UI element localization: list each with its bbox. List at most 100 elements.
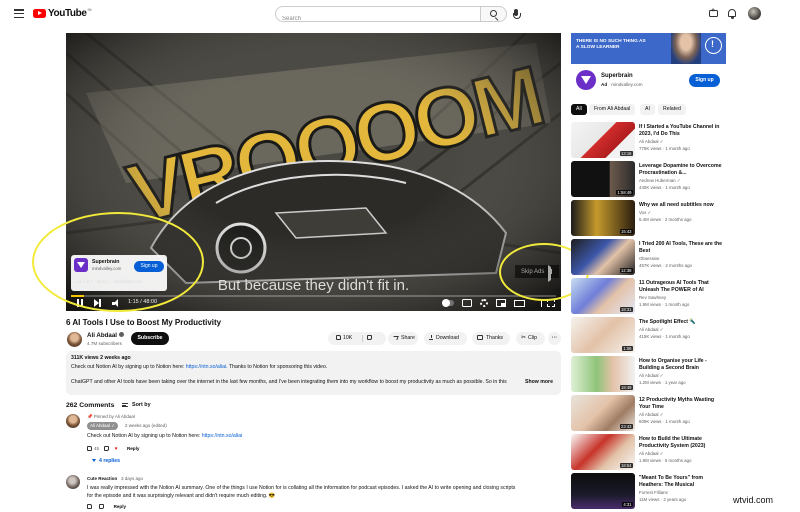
recommendation-channel[interactable]: Forrest Fillians — [639, 490, 668, 495]
recommendation-thumbnail[interactable]: 1:06 — [571, 317, 635, 353]
progress-bar[interactable] — [71, 295, 556, 297]
comment-dislike-icon[interactable] — [104, 446, 110, 452]
description-box[interactable]: 311K views 2 weeks ago Check out Notion … — [66, 351, 561, 395]
sort-by-button[interactable]: Sort by — [122, 402, 151, 408]
chip-ai[interactable]: AI — [640, 104, 655, 115]
dislike-button[interactable] — [367, 332, 372, 345]
comment-author-badge[interactable]: Ali Abdaal ✓ — [87, 422, 119, 430]
show-more-link[interactable]: Show more — [525, 379, 553, 385]
recommendation-thumbnail[interactable]: 18:31 — [571, 278, 635, 314]
thumbs-down-icon — [367, 335, 372, 341]
comment-avatar[interactable] — [66, 414, 80, 428]
hamburger-menu-icon[interactable] — [14, 9, 24, 19]
youtube-logo[interactable]: YouTube IN — [33, 7, 92, 19]
comment-text: Check out Notion AI by signing up to Not… — [87, 433, 242, 439]
recommendation-item[interactable]: 4:31 "Meant To Be Yours" from Heathers: T… — [571, 473, 731, 511]
chip-from-ali-abdaal[interactable]: From Ali Abdaal — [589, 104, 636, 115]
recommendation-title[interactable]: The Spotlight Effect 🔦 — [639, 319, 723, 326]
recommendation-item[interactable]: 1:58:49 Leverage Dopamine to Overcome Pro… — [571, 161, 731, 199]
reply-button[interactable]: Reply — [114, 504, 127, 509]
recommendation-item[interactable]: 23:43 12 Productivity Myths Wasting Your … — [571, 395, 731, 433]
recommendation-title[interactable]: Why we all need subtitles now — [639, 202, 723, 209]
subscribe-button[interactable]: Subscribe — [131, 332, 169, 345]
recommendation-channel[interactable]: Ali Abdaal ✓ — [639, 451, 663, 457]
recommendation-title[interactable]: "Meant To Be Yours" from Heathers: The M… — [639, 475, 723, 488]
recommendation-channel[interactable]: Andrew Huberman ✓ — [639, 178, 681, 184]
ad-card-signup-button[interactable]: Sign up — [689, 74, 720, 87]
recommendation-item[interactable]: 13:16 If I Started a YouTube Channel in 2… — [571, 122, 731, 160]
recommendation-title[interactable]: 11 Outrageous AI Tools That Unleash The … — [639, 280, 723, 293]
recommendation-item[interactable]: 18:49 How to Organise your Life - Buildin… — [571, 356, 731, 394]
sidebar-ad-banner[interactable]: THERE IS NO SUCH THING AS A SLOW LEARNER — [571, 33, 726, 64]
theater-mode-icon[interactable] — [514, 300, 525, 307]
autoplay-toggle[interactable] — [442, 299, 454, 307]
recommendation-thumbnail[interactable]: 12:38 — [571, 239, 635, 275]
recommendation-title[interactable]: Leverage Dopamine to Overcome Procrastin… — [639, 163, 723, 176]
search-input[interactable] — [276, 12, 480, 26]
microphone-icon[interactable] — [512, 9, 521, 19]
thanks-button[interactable]: Thanks — [472, 332, 510, 345]
fullscreen-icon[interactable] — [546, 298, 555, 307]
search-button[interactable] — [481, 6, 507, 22]
recommendation-title[interactable]: 12 Productivity Myths Wasting Your Time — [639, 397, 723, 410]
comment-like-icon[interactable] — [87, 504, 92, 510]
recommendation-item[interactable]: 18:31 11 Outrageous AI Tools That Unleash… — [571, 278, 731, 316]
miniplayer-icon[interactable] — [496, 299, 506, 307]
ad-advertiser-url: mindvalley.com — [92, 266, 122, 271]
chip-all[interactable]: All — [571, 104, 587, 115]
comment-author[interactable]: Cute Reaction — [87, 476, 117, 481]
cast-icon[interactable] — [532, 299, 542, 307]
recommendation-channel[interactable]: Ali Abdaal ✓ — [639, 139, 663, 145]
channel-avatar[interactable] — [67, 332, 82, 347]
description-link[interactable]: https://ntn.so/aliai — [186, 364, 226, 370]
recommendation-item[interactable]: 15:43 Why we all need subtitles now Vox ✓ 5… — [571, 200, 731, 238]
superbrain-logo-icon[interactable] — [576, 70, 596, 90]
more-actions-button[interactable]: ··· — [548, 332, 561, 345]
recommendation-title[interactable]: How to Organise your Life - Building a S… — [639, 358, 723, 371]
comment-like-icon[interactable] — [87, 446, 92, 452]
recommendation-item[interactable]: 12:38 I Tried 200 AI Tools, These are the… — [571, 239, 731, 277]
recommendation-thumbnail[interactable]: 18:54 — [571, 434, 635, 470]
download-button[interactable]: Download — [424, 332, 467, 345]
volume-icon[interactable] — [112, 299, 121, 307]
ad-signup-button[interactable]: Sign up — [134, 261, 164, 272]
replies-label: 4 replies — [99, 458, 121, 464]
clip-button[interactable]: ✂ Clip — [516, 332, 545, 345]
recommendation-channel[interactable]: Obsessive — [639, 256, 660, 261]
comment-avatar[interactable] — [66, 475, 80, 489]
recommendation-channel[interactable]: Ali Abdaal ✓ — [639, 412, 663, 418]
captions-icon[interactable] — [462, 299, 472, 307]
recommendation-channel[interactable]: Rev Sawhney — [639, 295, 666, 300]
reply-button[interactable]: Reply — [127, 446, 140, 451]
recommendation-thumbnail[interactable]: 18:49 — [571, 356, 635, 392]
ad-card-title[interactable]: Superbrain — [601, 73, 633, 79]
recommendation-channel[interactable]: Vox ✓ — [639, 210, 651, 216]
chip-related[interactable]: Related — [658, 104, 686, 115]
recommendation-channel[interactable]: Ali Abdaal ✓ — [639, 373, 663, 379]
next-video-icon[interactable] — [94, 299, 101, 307]
share-button[interactable]: Share — [388, 332, 418, 345]
recommendation-item[interactable]: 1:06 The Spotlight Effect 🔦 Ali Abdaal ✓ 41… — [571, 317, 731, 355]
create-video-icon[interactable] — [709, 8, 718, 17]
pause-button-icon[interactable] — [77, 299, 83, 307]
recommendation-item[interactable]: 18:54 How to Build the Ultimate Productiv… — [571, 434, 731, 472]
comment-dislike-icon[interactable] — [99, 504, 105, 510]
recommendation-thumbnail[interactable]: 4:31 — [571, 473, 635, 509]
recommendation-thumbnail[interactable]: 1:58:49 — [571, 161, 635, 197]
recommendation-channel[interactable]: Ali Abdaal ✓ — [639, 327, 663, 333]
view-replies-button[interactable]: 4 replies — [92, 458, 120, 464]
settings-gear-icon[interactable] — [480, 299, 488, 307]
channel-name[interactable]: Ali Abdaal — [87, 332, 125, 339]
notifications-bell-icon[interactable] — [728, 9, 736, 19]
recommendation-thumbnail[interactable]: 15:43 — [571, 200, 635, 236]
video-player[interactable]: VROOOOM Superbrain mindvalley.com Sign u… — [66, 33, 561, 311]
recommendation-thumbnail[interactable]: 13:16 — [571, 122, 635, 158]
recommendation-title[interactable]: How to Build the Ultimate Productivity S… — [639, 436, 723, 449]
like-button[interactable]: 10K — [336, 332, 352, 345]
comment-link[interactable]: https://ntn.so/aliai — [202, 433, 242, 439]
account-avatar[interactable] — [748, 7, 761, 20]
recommendation-title[interactable]: I Tried 200 AI Tools, These are the Best — [639, 241, 723, 254]
recommendation-thumbnail[interactable]: 23:43 — [571, 395, 635, 431]
ad-card-subtitle: Ad · mindvalley.com — [601, 82, 643, 87]
recommendation-title[interactable]: If I Started a YouTube Channel in 2023, … — [639, 124, 723, 137]
